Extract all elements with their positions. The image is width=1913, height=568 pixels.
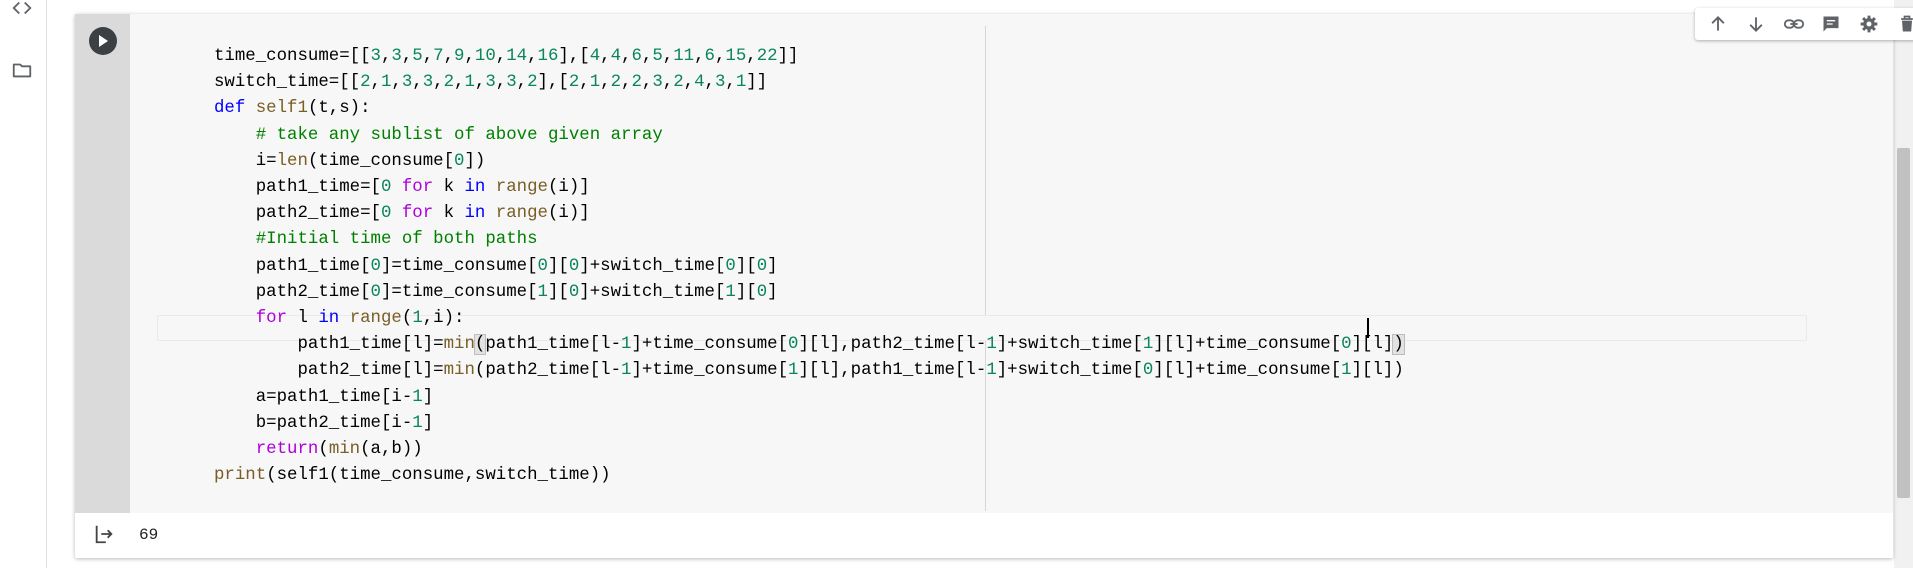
folder-icon[interactable] [8,56,36,84]
page-scrollbar-thumb[interactable] [1897,148,1910,498]
code-line: path2_time[0]=time_consume[1][0]+switch_… [214,282,778,302]
cell-gutter [75,14,130,513]
code-icon[interactable] [8,0,36,22]
output-icon[interactable] [91,521,117,547]
code-cell[interactable]: time_consume=[[3,3,5,7,9,10,14,16],[4,4,… [75,8,1913,558]
move-cell-up-button[interactable] [1703,9,1733,39]
code-line: #Initial time of both paths [255,230,538,250]
gear-icon [1860,15,1878,33]
move-cell-down-button[interactable] [1741,9,1771,39]
arrow-down-icon [1749,17,1763,32]
code-line: def self1(t,s): [214,99,371,119]
code-line: path1_time=[0 for k in range(i)] [214,178,590,198]
code-line: for l in range(1,i): [255,309,465,329]
cell-toolbar [1695,8,1913,40]
text-caret [1367,318,1369,338]
comment-icon [1823,16,1839,32]
code-line: path2_time[l]=min(path2_time[l-1]+time_c… [214,361,1404,381]
delete-cell-button[interactable] [1892,9,1913,39]
code-line: # take any sublist of above given array [255,125,663,145]
output-text: 69 [139,526,159,544]
add-comment-button[interactable] [1816,9,1846,39]
run-cell-button[interactable] [89,27,117,55]
trash-icon [1901,15,1913,32]
code-line: b=path2_time[i-1] [214,413,434,433]
arrow-up-icon [1711,16,1725,31]
code-line: path2_time=[0 for k in range(i)] [214,204,590,224]
code-line: path1_time[l]=min(path1_time[l-1]+time_c… [214,334,1405,356]
link-cell-button[interactable] [1779,9,1809,39]
code-line: i=len(time_consume[0]) [214,151,486,171]
cell-output: 69 [75,513,1893,558]
code-line: a=path1_time[i-1] [214,387,434,407]
code-line: print(self1(time_consume,switch_time)) [214,466,611,486]
code-line: return(min(a,b)) [255,440,423,460]
code-line: time_consume=[[3,3,5,7,9,10,14,16],[4,4,… [214,47,799,66]
cell-settings-button[interactable] [1854,9,1884,39]
play-icon [99,35,108,47]
code-line: switch_time=[[2,1,3,3,2,1,3,3,2],[2,1,2,… [214,73,768,93]
code-line: path1_time[0]=time_consume[0][0]+switch_… [214,256,778,276]
left-sidebar [0,0,47,568]
code-text[interactable]: time_consume=[[3,3,5,7,9,10,14,16],[4,4,… [214,44,1405,489]
link-icon [1783,19,1804,29]
